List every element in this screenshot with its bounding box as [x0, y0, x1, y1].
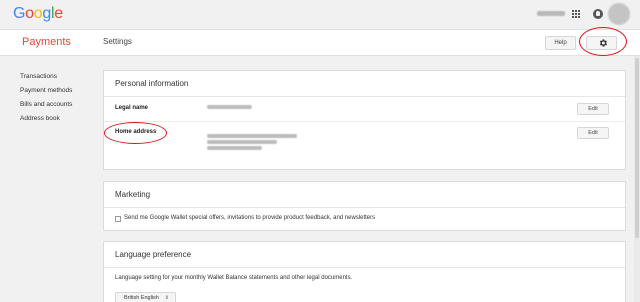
address-line-2-redacted: [207, 140, 277, 144]
personal-information-card: Personal information Legal name Edit Hom…: [103, 70, 626, 170]
edit-legal-name-button[interactable]: Edit: [577, 103, 609, 115]
address-line-1-redacted: [207, 134, 297, 138]
marketing-card: Marketing Send me Google Wallet special …: [103, 181, 626, 231]
card-title-marketing: Marketing: [104, 182, 625, 208]
marketing-checkbox[interactable]: [115, 216, 121, 222]
avatar[interactable]: [608, 3, 630, 25]
sidebar-nav: Transactions Payment methods Bills and a…: [20, 70, 100, 126]
address-line-3-redacted: [207, 146, 262, 150]
page-title: Settings: [103, 37, 132, 46]
legal-name-value-redacted: [207, 105, 252, 109]
account-email-redacted: [537, 11, 565, 16]
page-scrollbar[interactable]: [634, 56, 640, 302]
gear-icon: [599, 39, 608, 47]
sidebar-item-payment-methods[interactable]: Payment methods: [20, 84, 100, 98]
google-logo[interactable]: Google: [13, 5, 63, 23]
sidebar-item-address-book[interactable]: Address book: [20, 112, 100, 126]
scrollbar-thumb[interactable]: [635, 58, 639, 238]
legal-name-label: Legal name: [115, 105, 149, 111]
marketing-checkbox-label: Send me Google Wallet special offers, in…: [124, 215, 376, 221]
select-arrows-icon: ⇕: [164, 295, 169, 301]
marketing-checkbox-row: Send me Google Wallet special offers, in…: [104, 208, 625, 232]
sidebar-item-bills-and-accounts[interactable]: Bills and accounts: [20, 98, 100, 112]
legal-name-row: Legal name Edit: [104, 97, 625, 122]
language-description: Language setting for your monthly Wallet…: [115, 275, 353, 281]
product-name[interactable]: Payments: [22, 36, 71, 48]
home-address-row: Home address Edit: [104, 122, 625, 170]
language-row: Language setting for your monthly Wallet…: [104, 268, 625, 302]
home-address-label: Home address: [115, 129, 157, 135]
sidebar-item-transactions[interactable]: Transactions: [20, 70, 100, 84]
apps-grid-icon[interactable]: [572, 10, 580, 18]
top-bar: Google: [0, 0, 640, 29]
language-select-value: British English: [124, 295, 159, 301]
sub-header: Payments Settings Help: [0, 29, 640, 56]
notifications-icon[interactable]: [593, 9, 603, 19]
language-preference-card: Language preference Language setting for…: [103, 241, 626, 302]
settings-button[interactable]: [586, 36, 617, 50]
card-title-personal-information: Personal information: [104, 71, 625, 97]
language-select[interactable]: British English ⇕: [115, 292, 176, 302]
edit-home-address-button[interactable]: Edit: [577, 127, 609, 139]
card-title-language-preference: Language preference: [104, 242, 625, 268]
help-button[interactable]: Help: [545, 36, 576, 50]
